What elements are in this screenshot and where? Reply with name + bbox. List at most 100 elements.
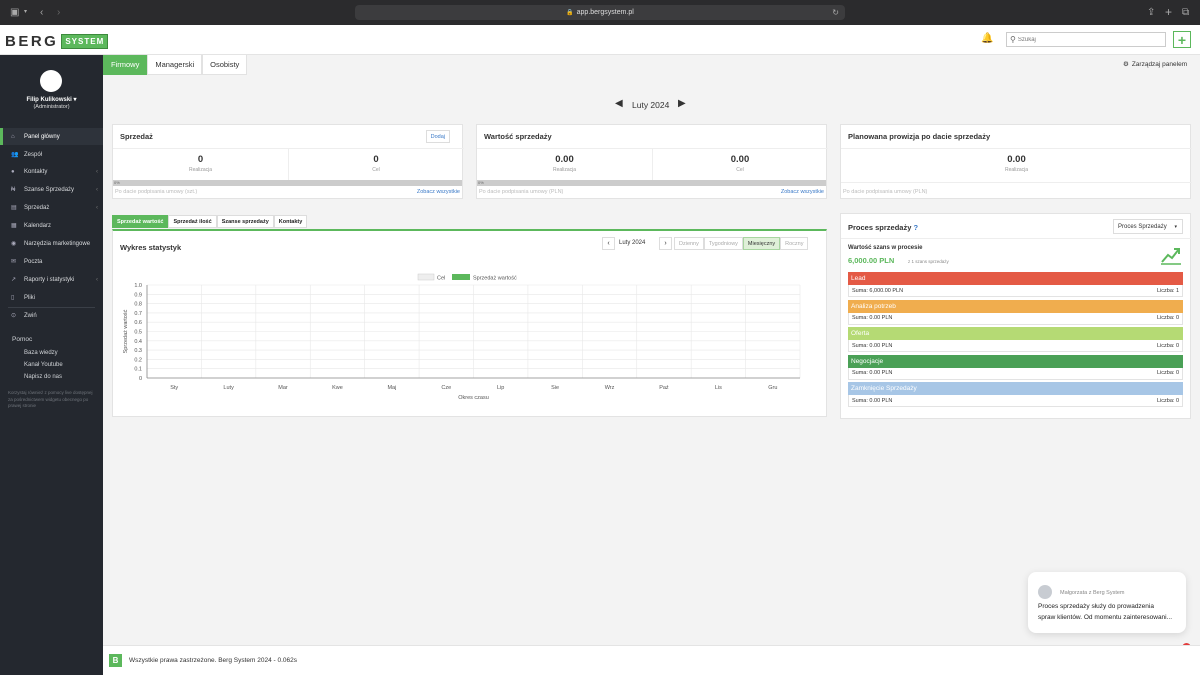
stats-tab-value[interactable]: Sprzedaż wartość xyxy=(112,215,169,228)
see-all-link[interactable]: Zobacz wszystkie xyxy=(781,189,824,195)
tab-managerski[interactable]: Managerski xyxy=(147,55,203,75)
stage-count: Liczba: 0 xyxy=(1156,315,1179,321)
sidebar-item-label: Raporty i statystyki xyxy=(24,276,75,283)
process-title: Proces sprzedaży xyxy=(848,223,912,232)
prev-month-button[interactable]: ‹ xyxy=(602,237,615,250)
add-button[interactable]: + xyxy=(1173,31,1191,48)
help-link-knowledge[interactable]: Baza wiedzy xyxy=(24,350,58,356)
reload-icon[interactable]: ↻ xyxy=(832,8,839,17)
x-tick-label: Sie xyxy=(551,385,559,391)
chevron-down-icon[interactable]: ▾ xyxy=(24,0,27,25)
add-sale-button[interactable]: Dodaj xyxy=(425,130,450,143)
help-link-contact[interactable]: Napisz do nas xyxy=(24,374,62,380)
sidebar-item-collapse[interactable]: ⊙ Zwiń xyxy=(0,307,103,324)
card-sales-value: Wartość sprzedaży 0.00 Realizacja 0.00 C… xyxy=(476,124,828,199)
avatar[interactable] xyxy=(40,70,62,92)
share-icon[interactable]: ⇪ xyxy=(1147,0,1155,25)
card-title: Planowana prowizja po dacie sprzedaży xyxy=(848,132,991,141)
new-tab-icon[interactable]: + xyxy=(1165,0,1172,25)
sidebar-item-label: Panel główny xyxy=(24,133,60,140)
search-input[interactable] xyxy=(1017,36,1158,43)
y-tick-label: 0.2 xyxy=(134,357,142,363)
process-select[interactable]: Proces Sprzedaży ▾ xyxy=(1113,219,1183,234)
process-select-value: Proces Sprzedaży xyxy=(1118,223,1167,230)
logo-brand: BERG xyxy=(5,33,59,50)
sidebar-item-label: Kontakty xyxy=(24,168,48,175)
page-footer: B Wszystkie prawa zastrzeżone. Berg Syst… xyxy=(103,645,1200,675)
y-tick-label: 1.0 xyxy=(134,283,142,289)
sidebar-item-files[interactable]: ▯ Pliki xyxy=(0,289,103,306)
commission-real-label: Realizacja xyxy=(1004,167,1029,173)
stage-header[interactable]: Oferta xyxy=(848,327,1183,340)
x-tick-label: Wrz xyxy=(605,385,615,391)
progress-label: 0% xyxy=(478,180,484,185)
stage-count: Liczba: 0 xyxy=(1156,397,1179,404)
value-goal-value: 0.00 xyxy=(730,154,750,165)
team-icon: 👥 xyxy=(11,152,19,158)
user-name-row[interactable]: Filip Kulikowski ▾ xyxy=(0,96,103,103)
sidebar-item-contacts[interactable]: ● Kontakty ‹ xyxy=(0,163,103,180)
logo[interactable]: BERG SYSTEM xyxy=(5,33,109,50)
stage-header[interactable]: Lead xyxy=(848,272,1183,285)
tab-firmowy[interactable]: Firmowy xyxy=(103,55,148,75)
stage-header[interactable]: Negocjacje xyxy=(848,354,1183,368)
sidebar-item-panel[interactable]: ⌂ Panel główny xyxy=(0,128,103,145)
stage-sum: Suma: 0.00 PLN xyxy=(852,370,893,376)
stage-summary: Suma: 0.00 PLN Liczba: 0 xyxy=(848,312,1183,325)
forward-icon[interactable]: › xyxy=(57,0,60,25)
chevron-left-icon: ‹ xyxy=(96,168,98,175)
sidebar-item-reports[interactable]: ↗ Raporty i statystyki ‹ xyxy=(0,271,103,288)
sidebar-item-team[interactable]: 👥 Zespół xyxy=(0,146,103,163)
stats-tab-contacts[interactable]: Kontakty xyxy=(273,215,308,228)
stage-header[interactable]: Zamknięcie Sprzedaży xyxy=(848,382,1183,395)
range-weekly[interactable]: Tygodniowy xyxy=(703,237,743,250)
help-link-youtube[interactable]: Kanał Youtube xyxy=(24,362,63,368)
range-yearly[interactable]: Roczny xyxy=(780,237,809,250)
sidebar-toggle-icon[interactable]: ▣ xyxy=(10,0,19,25)
divider xyxy=(841,148,1192,149)
dashboard-tabs: Firmowy Managerski Osobisty xyxy=(103,55,248,75)
y-tick-label: 0.5 xyxy=(134,330,142,336)
sidebar-item-opportunities[interactable]: ₦ Szanse Sprzedaży ‹ xyxy=(0,181,103,198)
range-daily[interactable]: Dzienny xyxy=(674,237,704,250)
chat-line-2: spraw klientów. Od momentu zainteresowan… xyxy=(1038,614,1173,621)
stage-summary: Suma: 0.00 PLN Liczba: 0 xyxy=(848,340,1183,352)
back-icon[interactable]: ‹ xyxy=(40,0,43,25)
next-period-button[interactable]: ▶ xyxy=(678,98,686,109)
help-title: Pomoc xyxy=(12,336,33,343)
bell-icon[interactable]: 🔔 xyxy=(981,33,993,44)
stage-sum: Suma: 6,000.00 PLN xyxy=(852,287,904,294)
stats-chart: Cel Sprzedaż wartość 1.0 0.9 0.8 0.7 0.6 0.5 0.4… xyxy=(123,273,801,401)
tab-osobisty[interactable]: Osobisty xyxy=(202,55,248,75)
prev-period-button[interactable]: ◀ xyxy=(615,98,623,109)
chat-widget[interactable]: Małgorzata z Berg System Proces sprzedaż… xyxy=(1028,572,1186,633)
stats-tab-opportunities[interactable]: Szanse sprzedaży xyxy=(216,215,274,228)
manage-panel-link[interactable]: ⚙ Zarządzaj panelem xyxy=(1123,60,1187,69)
stage-sum: Suma: 0.00 PLN xyxy=(852,342,893,349)
stats-period: Luty 2024 xyxy=(619,240,646,246)
sidebar-item-mail[interactable]: ✉ Poczta xyxy=(0,253,103,270)
search-box[interactable]: ⚲ xyxy=(1006,32,1166,47)
caret-down-icon: ▾ xyxy=(73,97,77,103)
next-month-button[interactable]: › xyxy=(659,237,672,250)
commission-real-value: 0.00 xyxy=(1007,154,1026,165)
sales-goal-value: 0 xyxy=(373,154,379,165)
stage-header[interactable]: Analiza potrzeb xyxy=(848,299,1183,313)
tabs-overview-icon[interactable]: ⧉ xyxy=(1182,0,1189,25)
see-all-link[interactable]: Zobacz wszystkie xyxy=(417,189,460,195)
address-bar[interactable]: 🔒 app.bergsystem.pl ↻ xyxy=(355,5,845,20)
sidebar-item-marketing[interactable]: ◉ Narzędzia marketingowe xyxy=(0,235,103,252)
progress-bar: 0% xyxy=(113,180,462,186)
sidebar-item-label: Narzędzia marketingowe xyxy=(24,240,91,247)
x-tick-label: Luty xyxy=(223,385,234,391)
sales-real-label: Realizacja xyxy=(188,167,213,173)
divider xyxy=(841,182,1192,183)
sidebar-item-calendar[interactable]: ▦ Kalendarz xyxy=(0,217,103,234)
sidebar-item-sales[interactable]: ▤ Sprzedaż ‹ xyxy=(0,199,103,216)
search-icon: ⚲ xyxy=(1010,35,1016,44)
sales-icon: ▤ xyxy=(11,205,17,211)
help-icon[interactable]: ? xyxy=(913,223,918,232)
range-monthly[interactable]: Miesięczny xyxy=(742,237,781,250)
stats-tab-count[interactable]: Sprzedaż ilość xyxy=(168,215,217,228)
stage-summary: Suma: 0.00 PLN Liczba: 0 xyxy=(848,367,1183,380)
